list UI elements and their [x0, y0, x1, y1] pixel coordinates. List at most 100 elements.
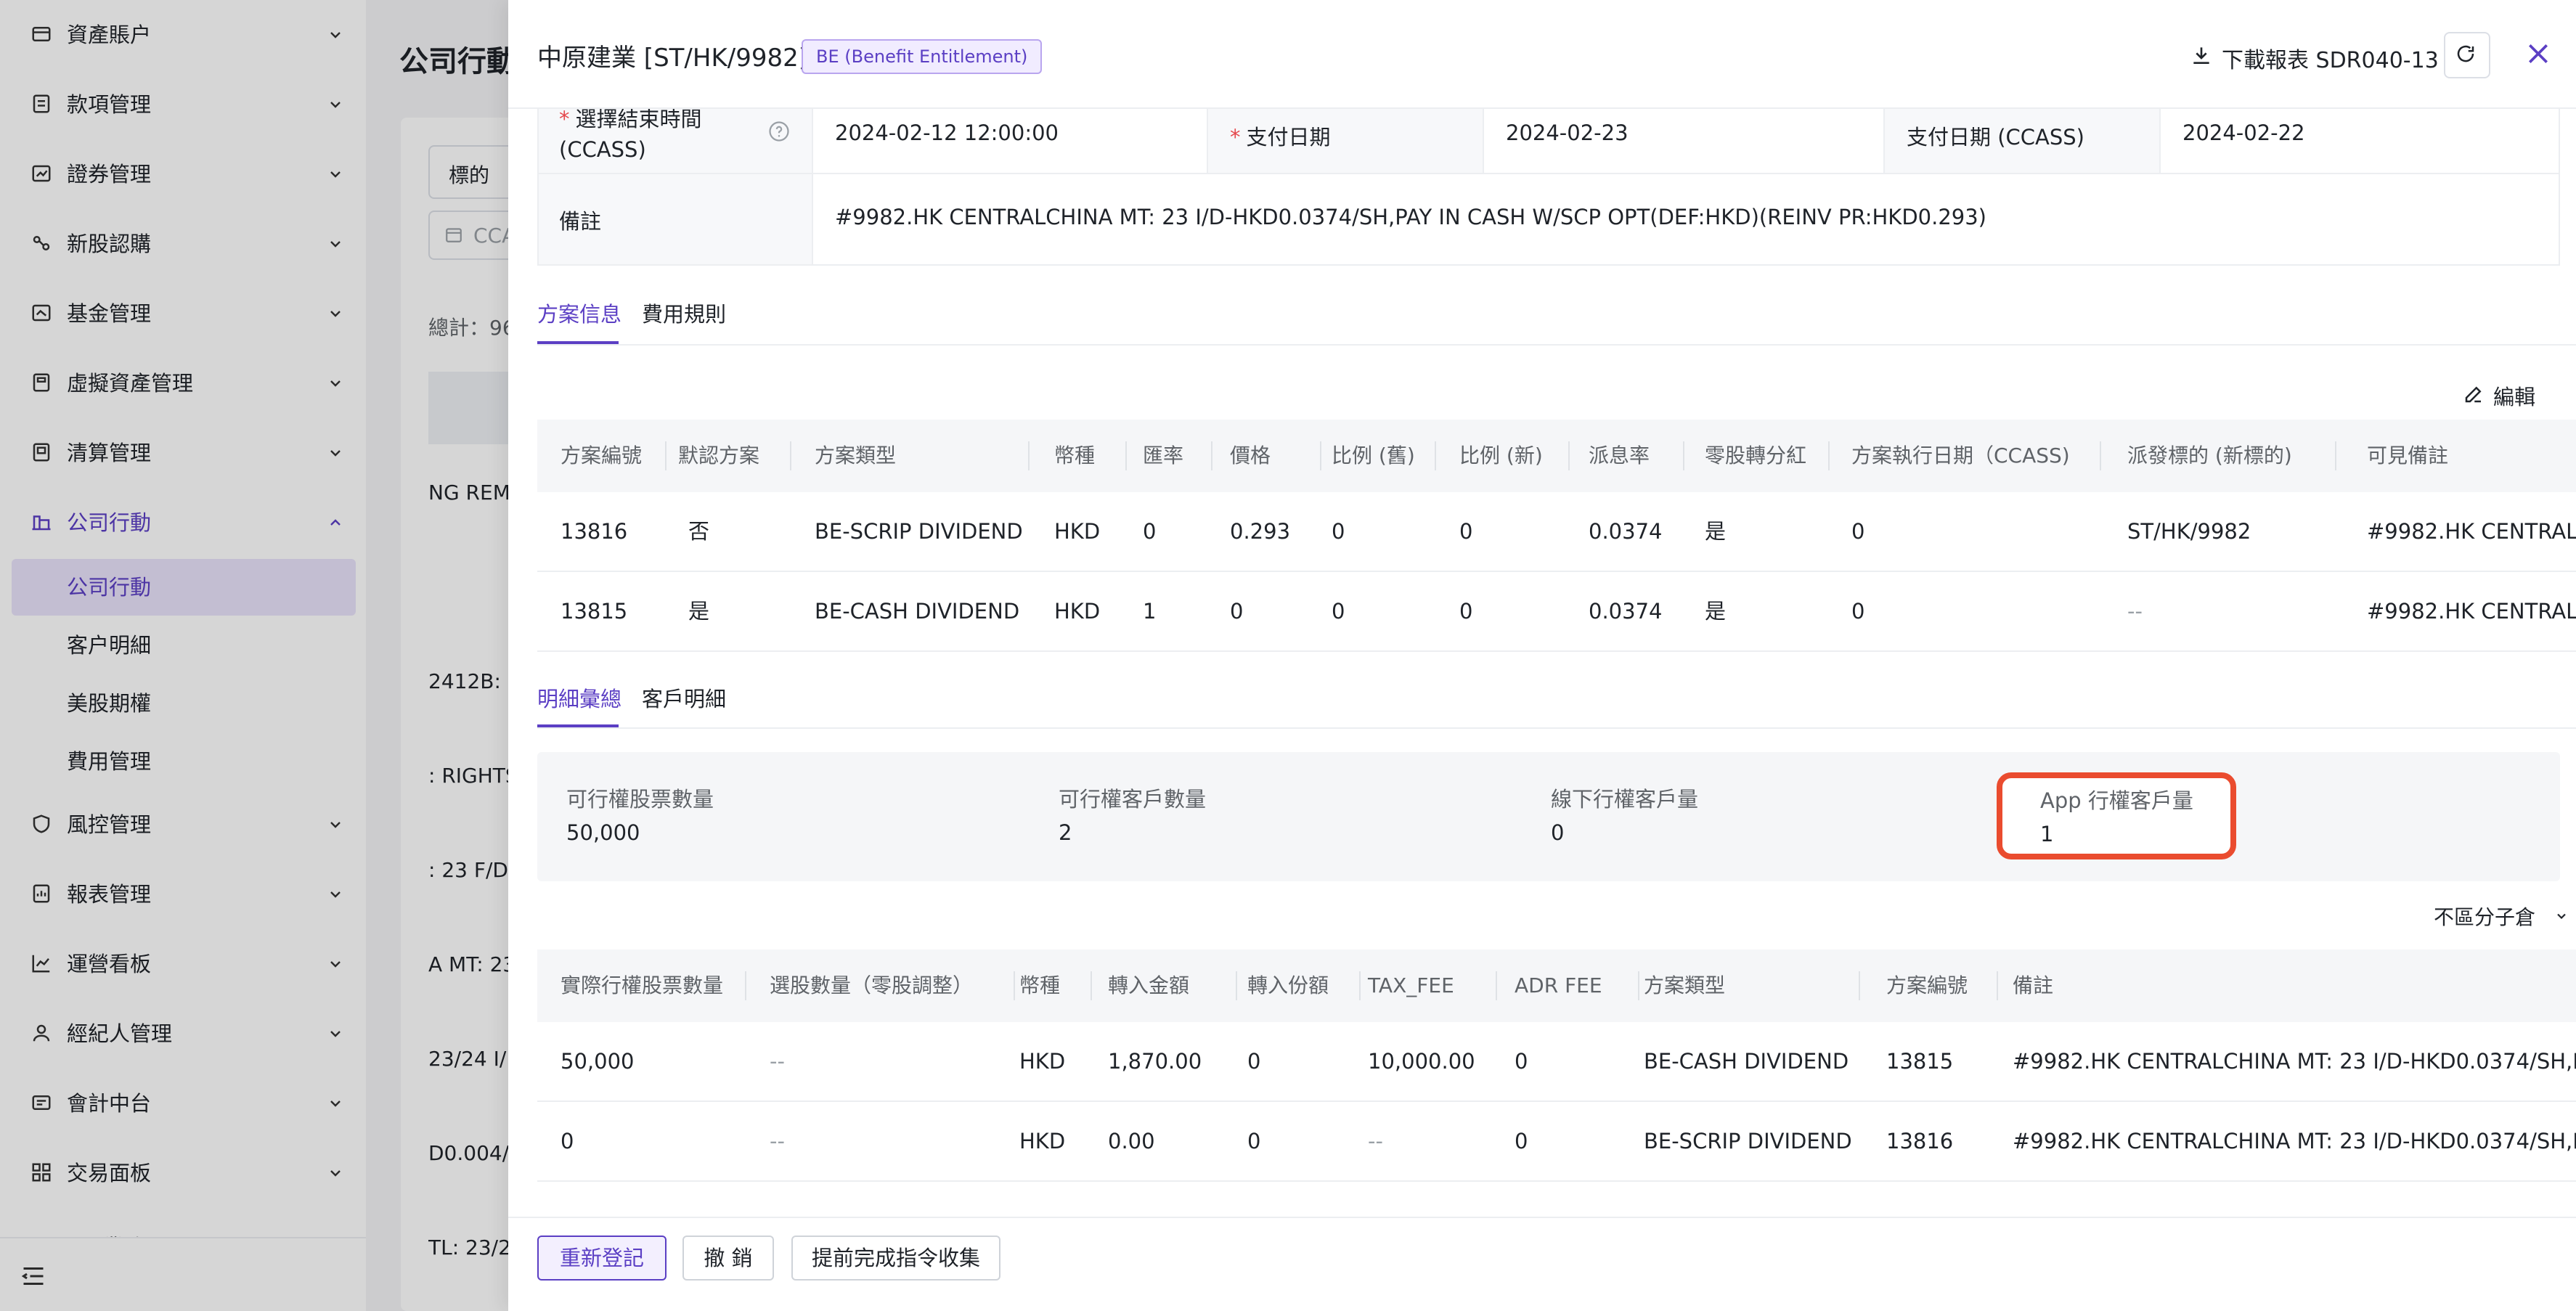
- summary-value: 2: [1059, 820, 1072, 845]
- tab-fee-rules[interactable]: 費用規則: [642, 298, 726, 328]
- refresh-icon: [2457, 45, 2474, 62]
- table-cell: 0: [1230, 599, 1244, 624]
- column-header: 方案類型: [1644, 973, 1726, 997]
- complete-collection-button[interactable]: 提前完成指令收集: [791, 1236, 1000, 1281]
- table-cell: 0: [1459, 599, 1473, 624]
- column-header: 比例 (新): [1459, 444, 1543, 467]
- help-icon[interactable]: [768, 121, 790, 142]
- table-cell: 0: [1459, 519, 1473, 544]
- table-cell: HKD: [1054, 599, 1101, 624]
- column-divider: [1014, 971, 1015, 1000]
- table-cell: 否: [688, 519, 710, 544]
- column-divider: [665, 441, 667, 470]
- end-time-label: * 選擇結束時間: [559, 105, 702, 134]
- drawer-title: 中原建業 [ST/HK/9982]: [537, 44, 808, 73]
- table-cell: --: [770, 1049, 785, 1074]
- summary-value: 1: [2040, 822, 2054, 846]
- table-row[interactable]: 50,000 -- HKD 1,870.00 0 10,000.00 0 BE-…: [537, 1022, 2576, 1102]
- table-cell: #9982.HK CENTRALCHINA: [2367, 599, 2576, 624]
- table-row[interactable]: 0 -- HKD 0.00 0 -- 0 BE-SCRIP DIVIDEND 1…: [537, 1102, 2576, 1182]
- table-cell: #9982.HK CENTRALCHINA MT: 23 I/D-HKD0.03…: [2013, 1049, 2576, 1074]
- table-row[interactable]: 13816 否 BE-SCRIP DIVIDEND HKD 0 0.293 0 …: [537, 492, 2576, 572]
- end-time-value: 2024-02-12 12:00:00: [835, 121, 1059, 145]
- column-header: 轉入金額: [1108, 973, 1190, 997]
- table-cell: BE-CASH DIVIDEND: [1644, 1049, 1849, 1074]
- summary-label: 可行權股票數量: [566, 787, 714, 812]
- table-cell: 13816: [1886, 1129, 1954, 1153]
- column-divider: [790, 441, 791, 470]
- column-header: TAX_FEE: [1368, 973, 1454, 997]
- table-cell: 13815: [561, 599, 628, 624]
- pay-date-value-cell: 2024-02-23: [1484, 102, 1885, 174]
- table-cell: 0: [1851, 599, 1865, 624]
- end-time-value-cell: 2024-02-12 12:00:00: [813, 102, 1208, 174]
- remark-label: 備註: [559, 209, 602, 234]
- column-header: ADR FEE: [1515, 973, 1602, 997]
- table-cell: 13815: [1886, 1049, 1954, 1074]
- pay-date-ccass-value: 2024-02-22: [2182, 121, 2305, 145]
- tab-active-indicator: [537, 341, 619, 344]
- close-icon[interactable]: [2524, 39, 2553, 68]
- pay-date-ccass-label-cell: 支付日期 (CCASS): [1885, 102, 2161, 174]
- column-divider: [1435, 441, 1436, 470]
- grid-border: [537, 102, 539, 266]
- table-cell: 13816: [561, 519, 628, 544]
- column-divider: [2100, 441, 2101, 470]
- column-header: 選股數量（零股調整）: [770, 973, 974, 997]
- column-divider: [1496, 971, 1497, 1000]
- table-cell: 0: [1247, 1129, 1261, 1153]
- re-register-button[interactable]: 重新登記: [537, 1236, 667, 1281]
- table-cell: 是: [1705, 599, 1727, 624]
- table-cell: 0.00: [1108, 1129, 1155, 1153]
- table-row[interactable]: 13815 是 BE-CASH DIVIDEND HKD 1 0 0 0 0.0…: [537, 572, 2576, 652]
- table-cell: 是: [1705, 519, 1727, 544]
- column-header: 方案類型: [815, 444, 897, 467]
- table-cell: BE-CASH DIVIDEND: [815, 599, 1020, 624]
- table-cell: BE-SCRIP DIVIDEND: [1644, 1129, 1852, 1153]
- table-cell: 是: [688, 599, 710, 624]
- column-divider: [1828, 441, 1830, 470]
- table-cell: 0: [1247, 1049, 1261, 1074]
- column-header: 方案執行日期（CCASS): [1851, 444, 2070, 467]
- tab-client-detail[interactable]: 客戶明細: [642, 682, 726, 713]
- table-cell: 50,000: [561, 1049, 635, 1074]
- table-cell: #9982.HK CENTRALCHINA MT: 23 I/D-HKD0.03…: [2013, 1129, 2576, 1153]
- table-cell: HKD: [1054, 519, 1101, 544]
- download-icon: [2193, 47, 2209, 64]
- tab-plan-info[interactable]: 方案信息: [537, 298, 621, 328]
- detail-table-header: 實際行權股票數量 選股數量（零股調整） 幣種 轉入金額 轉入份額 TAX_FEE…: [537, 949, 2576, 1022]
- table-cell: 0.0374: [1589, 599, 1663, 624]
- edit-icon: [2465, 386, 2482, 403]
- table-cell: 1: [1143, 599, 1157, 624]
- table-cell: 10,000.00: [1368, 1049, 1475, 1074]
- summary-value: 50,000: [566, 820, 640, 845]
- refresh-button[interactable]: [2444, 32, 2490, 78]
- column-header: 可見備註: [2367, 444, 2449, 467]
- pay-date-value: 2024-02-23: [1506, 121, 1629, 145]
- sub-warehouse-label: 不區分子倉: [2434, 905, 2536, 929]
- pay-date-ccass-value-cell: 2024-02-22: [2161, 102, 2560, 174]
- column-header: 派發標的 (新標的): [2127, 444, 2292, 467]
- remark-value: #9982.HK CENTRALCHINA MT: 23 I/D-HKD0.03…: [835, 205, 1986, 229]
- column-header: 零股轉分紅: [1705, 444, 1807, 467]
- tab-bar-divider: [537, 344, 2576, 346]
- edit-label: 編輯: [2493, 385, 2536, 409]
- table-cell: --: [770, 1129, 785, 1153]
- table-cell: BE-SCRIP DIVIDEND: [815, 519, 1023, 544]
- required-mark: *: [1230, 125, 1241, 150]
- table-cell: ST/HK/9982: [2127, 519, 2251, 544]
- revoke-button[interactable]: 撤 銷: [682, 1236, 774, 1281]
- pay-date-label: * 支付日期: [1230, 121, 1331, 151]
- required-mark: *: [559, 107, 570, 131]
- column-divider: [1859, 971, 1860, 1000]
- table-cell: 1,870.00: [1108, 1049, 1202, 1074]
- table-cell: --: [1368, 1129, 1383, 1153]
- column-divider: [1359, 971, 1361, 1000]
- remark-value-cell: #9982.HK CENTRALCHINA MT: 23 I/D-HKD0.03…: [813, 174, 2560, 266]
- column-header: 方案編號: [1886, 973, 1968, 997]
- tab-detail-summary[interactable]: 明細彙總: [537, 682, 621, 713]
- column-divider: [1091, 971, 1092, 1000]
- pay-date-label-cell: * 支付日期: [1208, 102, 1484, 174]
- column-header: 備註: [2013, 973, 2054, 997]
- column-divider: [1320, 441, 1321, 470]
